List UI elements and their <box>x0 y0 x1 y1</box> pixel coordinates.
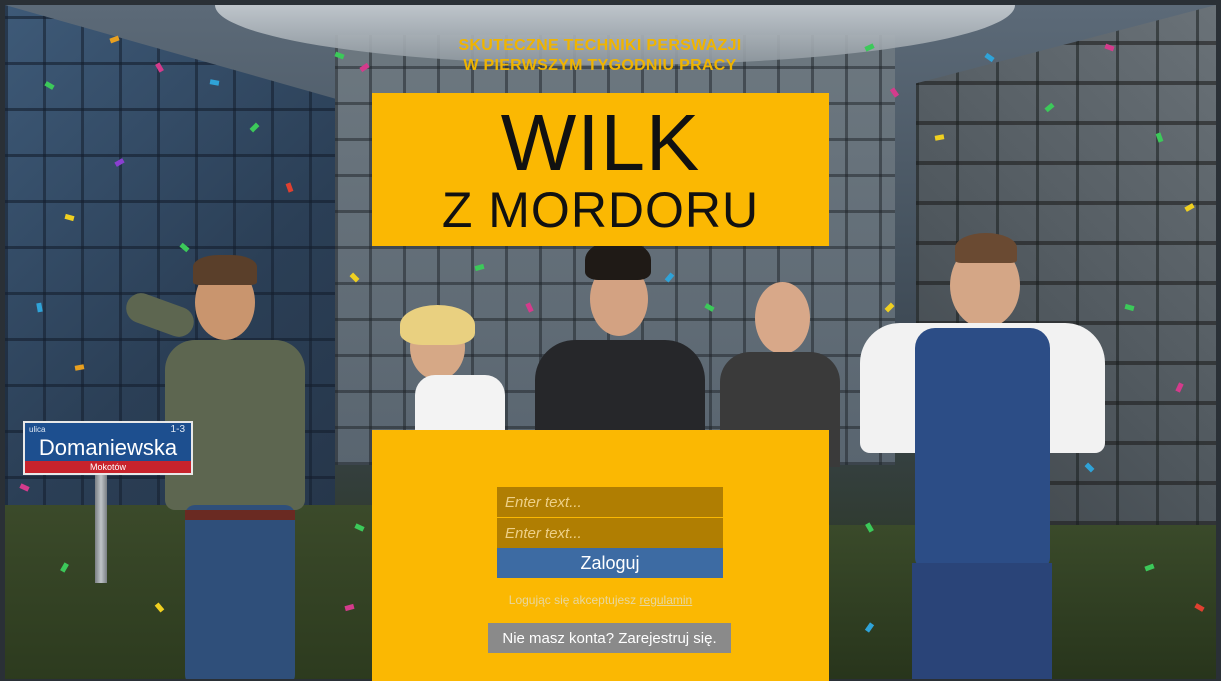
character-hair <box>400 305 475 345</box>
logo-title-line-1: WILK <box>500 98 701 187</box>
character-torso <box>535 340 705 440</box>
terms-text: Logując się akceptujesz <box>508 593 637 607</box>
login-button[interactable]: Zaloguj <box>497 548 723 578</box>
game-logo: WILK Z MORDORU <box>372 93 829 246</box>
character-man-center <box>525 240 715 440</box>
street-sign-number: 1-3 <box>170 424 185 435</box>
tagline-line-2: W PIERWSZYM TYGODNIU PRACY <box>463 57 737 74</box>
character-belt <box>185 510 295 520</box>
terms-notice: Logując się akceptujesz regulamin <box>372 593 829 607</box>
character-hair <box>585 240 651 280</box>
street-sign-post <box>95 473 107 583</box>
street-sign-name: Domaniewska <box>38 435 178 460</box>
street-sign-prefix: ulica <box>29 425 46 434</box>
login-panel: Zaloguj Logując się akceptujesz regulami… <box>372 430 829 681</box>
character-hair <box>955 233 1017 263</box>
tagline-line-1: SKUTECZNE TECHNIKI PERSWAZJI <box>458 37 742 54</box>
terms-link[interactable]: regulamin <box>640 593 693 607</box>
game-tagline: SKUTECZNE TECHNIKI PERSWAZJI W PIERWSZYM… <box>370 36 830 76</box>
street-sign: ulica 1-3 Domaniewska Mokotów <box>23 421 193 475</box>
street-sign-district: Mokotów <box>25 461 191 473</box>
character-woman-blonde <box>395 295 525 445</box>
username-input[interactable] <box>497 487 723 517</box>
logo-title-line-2: Z MORDORU <box>441 182 760 238</box>
character-head <box>755 282 810 354</box>
character-man-blue-vest <box>850 233 1115 679</box>
password-input[interactable] <box>497 518 723 548</box>
character-hair <box>193 255 257 285</box>
character-arm <box>121 288 199 342</box>
register-button[interactable]: Nie masz konta? Zarejestruj się. <box>488 623 731 653</box>
character-vest <box>915 328 1050 568</box>
character-trousers <box>912 563 1052 679</box>
character-jeans <box>185 505 295 679</box>
confetti <box>984 52 995 63</box>
